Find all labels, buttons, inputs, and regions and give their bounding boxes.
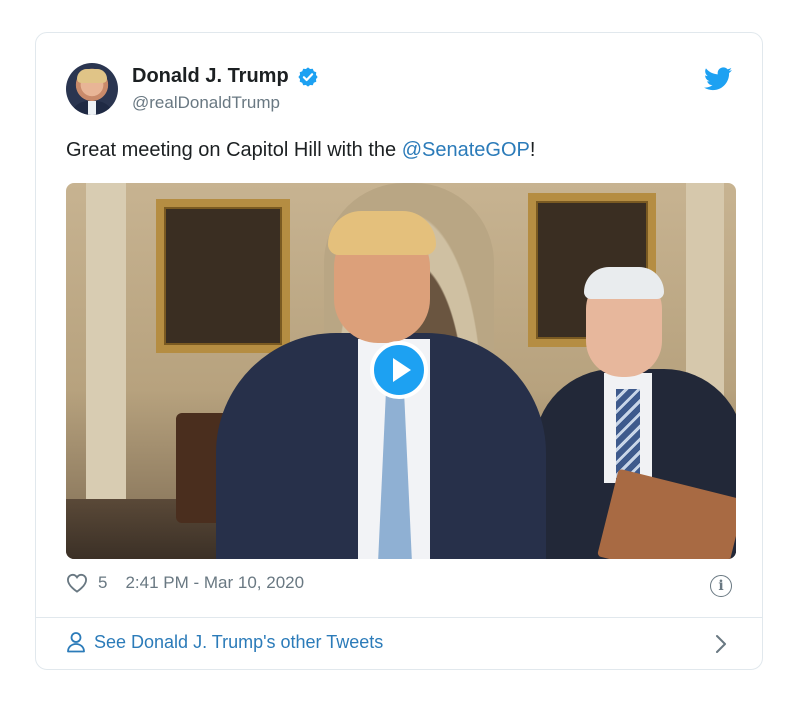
tweet-card: Donald J. Trump @realDonaldTrump Great m… bbox=[35, 32, 763, 670]
video-thumbnail[interactable] bbox=[66, 183, 736, 559]
info-icon[interactable]: i bbox=[710, 575, 732, 597]
author-avatar[interactable] bbox=[66, 63, 118, 115]
portrait-painting bbox=[156, 199, 290, 353]
timestamp-link[interactable]: 2:41 PM - Mar 10, 2020 bbox=[125, 573, 304, 593]
like-count: 5 bbox=[98, 573, 108, 592]
tweet-text: Great meeting on Capitol Hill with the @… bbox=[66, 139, 535, 162]
author-handle[interactable]: @realDonaldTrump bbox=[132, 93, 280, 113]
chevron-right-icon[interactable] bbox=[714, 633, 728, 655]
play-icon bbox=[392, 358, 411, 382]
play-button[interactable] bbox=[370, 341, 428, 399]
user-icon bbox=[67, 632, 85, 653]
avatar-shirt bbox=[88, 101, 96, 115]
heart-icon[interactable] bbox=[66, 573, 88, 593]
person-hair bbox=[584, 267, 664, 299]
author-name-row: Donald J. Trump bbox=[132, 65, 319, 88]
tweet-text-suffix: ! bbox=[529, 139, 536, 161]
divider bbox=[36, 617, 762, 618]
tweet-text-prefix: Great meeting on Capitol Hill with the bbox=[66, 139, 402, 161]
author-name[interactable]: Donald J. Trump bbox=[132, 65, 289, 88]
see-other-tweets-link[interactable]: See Donald J. Trump's other Tweets bbox=[66, 631, 383, 653]
mention-link[interactable]: @SenateGOP bbox=[402, 139, 530, 161]
tweet-meta: 5 2:41 PM - Mar 10, 2020 bbox=[66, 573, 304, 593]
see-other-tweets-label: See Donald J. Trump's other Tweets bbox=[94, 631, 384, 652]
person-hair bbox=[328, 211, 436, 255]
twitter-bird-icon[interactable] bbox=[704, 67, 732, 91]
verified-badge-icon bbox=[298, 66, 318, 87]
avatar-hair bbox=[77, 69, 107, 83]
